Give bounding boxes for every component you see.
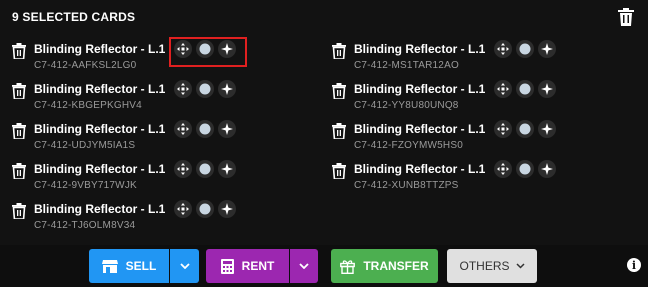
others-button[interactable]: OTHERS <box>447 249 537 283</box>
sell-dropdown-button[interactable] <box>170 249 199 283</box>
card-name: Blinding Reflector - L.1 <box>34 82 166 96</box>
circle-dot-icon <box>516 40 534 58</box>
card-stat-icons <box>494 40 556 58</box>
card-stat-icons <box>494 160 556 178</box>
trash-icon[interactable] <box>12 163 26 180</box>
card-stat-icons <box>174 40 236 58</box>
chevron-down-icon <box>299 263 309 269</box>
card-item[interactable]: Blinding Reflector - L.1 C7-412-XUNB8TTZP… <box>332 160 632 196</box>
diamond-sparkle-icon <box>218 120 236 138</box>
trash-icon[interactable] <box>332 43 346 60</box>
trash-icon[interactable] <box>12 123 26 140</box>
card-name: Blinding Reflector - L.1 <box>34 122 166 136</box>
move-arrows-icon <box>494 120 512 138</box>
trash-icon[interactable] <box>332 163 346 180</box>
card-code: C7-412-XUNB8TTZPS <box>354 180 459 191</box>
transfer-button[interactable]: TRANSFER <box>331 249 438 283</box>
trash-icon[interactable] <box>332 123 346 140</box>
card-code: C7-412-YY8U80UNQ8 <box>354 100 459 111</box>
circle-dot-icon <box>196 120 214 138</box>
trash-icon[interactable] <box>618 8 634 26</box>
card-code: C7-412-TJ6OLM8V34 <box>34 220 136 231</box>
move-arrows-icon <box>494 40 512 58</box>
diamond-sparkle-icon <box>218 200 236 218</box>
card-code: C7-412-UDJYM5IA1S <box>34 140 136 151</box>
card-code: C7-412-9VBY717WJK <box>34 180 137 191</box>
move-arrows-icon <box>174 80 192 98</box>
card-name: Blinding Reflector - L.1 <box>34 162 166 176</box>
circle-dot-icon <box>196 160 214 178</box>
card-item[interactable]: Blinding Reflector - L.1 C7-412-UDJYM5IA1… <box>12 120 312 156</box>
card-item[interactable]: Blinding Reflector - L.1 C7-412-MS1TAR12A… <box>332 40 632 76</box>
card-stat-icons <box>494 80 556 98</box>
card-stat-icons <box>174 160 236 178</box>
card-item[interactable]: Blinding Reflector - L.1 C7-412-FZOYMW5HS… <box>332 120 632 156</box>
diamond-sparkle-icon <box>218 160 236 178</box>
gift-icon <box>340 259 356 274</box>
store-icon <box>101 260 118 273</box>
action-toolbar: SELL RENT TRANSFER OTHERS <box>0 245 648 287</box>
card-name: Blinding Reflector - L.1 <box>354 42 486 56</box>
card-item[interactable]: Blinding Reflector - L.1 C7-412-TJ6OLM8V3… <box>12 200 312 236</box>
card-code: C7-412-MS1TAR12AO <box>354 60 459 71</box>
sell-label: SELL <box>125 259 157 273</box>
info-icon[interactable]: i <box>627 258 641 272</box>
card-stat-icons <box>174 80 236 98</box>
chevron-down-icon <box>515 263 525 269</box>
move-arrows-icon <box>494 160 512 178</box>
card-name: Blinding Reflector - L.1 <box>354 122 486 136</box>
card-item[interactable]: Blinding Reflector - L.1 C7-412-KBGEPKGHV… <box>12 80 312 116</box>
rent-label: RENT <box>241 259 275 273</box>
card-name: Blinding Reflector - L.1 <box>354 82 486 96</box>
card-code: C7-412-FZOYMW5HS0 <box>354 140 463 151</box>
card-name: Blinding Reflector - L.1 <box>34 42 166 56</box>
circle-dot-icon <box>196 40 214 58</box>
card-item[interactable]: Blinding Reflector - L.1 C7-412-YY8U80UNQ… <box>332 80 632 116</box>
chevron-down-icon <box>179 263 190 269</box>
move-arrows-icon <box>174 40 192 58</box>
diamond-sparkle-icon <box>538 120 556 138</box>
rent-button[interactable]: RENT <box>206 249 289 283</box>
card-item[interactable]: Blinding Reflector - L.1 C7-412-AAFKSL2LG… <box>12 37 312 76</box>
diamond-sparkle-icon <box>538 160 556 178</box>
circle-dot-icon <box>516 120 534 138</box>
diamond-sparkle-icon <box>218 40 236 58</box>
card-code: C7-412-AAFKSL2LG0 <box>34 60 137 71</box>
circle-dot-icon <box>196 80 214 98</box>
card-item[interactable]: Blinding Reflector - L.1 C7-412-9VBY717WJ… <box>12 160 312 196</box>
diamond-sparkle-icon <box>218 80 236 98</box>
selected-cards-panel: 9 SELECTED CARDS Blinding Reflector - L.… <box>0 0 648 287</box>
move-arrows-icon <box>174 120 192 138</box>
transfer-label: TRANSFER <box>363 259 429 273</box>
trash-icon[interactable] <box>12 83 26 100</box>
card-stat-icons <box>174 120 236 138</box>
move-arrows-icon <box>174 160 192 178</box>
panel-title: 9 SELECTED CARDS <box>12 10 136 24</box>
diamond-sparkle-icon <box>538 80 556 98</box>
card-code: C7-412-KBGEPKGHV4 <box>34 100 142 111</box>
circle-dot-icon <box>516 160 534 178</box>
circle-dot-icon <box>196 200 214 218</box>
card-stat-icons <box>174 200 236 218</box>
diamond-sparkle-icon <box>538 40 556 58</box>
trash-icon[interactable] <box>12 43 26 60</box>
card-stat-icons <box>494 120 556 138</box>
move-arrows-icon <box>494 80 512 98</box>
trash-icon[interactable] <box>332 83 346 100</box>
others-label: OTHERS <box>459 259 510 273</box>
sell-button[interactable]: SELL <box>89 249 169 283</box>
card-name: Blinding Reflector - L.1 <box>34 202 166 216</box>
trash-icon[interactable] <box>12 203 26 220</box>
card-name: Blinding Reflector - L.1 <box>354 162 486 176</box>
circle-dot-icon <box>516 80 534 98</box>
calculator-icon <box>220 258 234 274</box>
move-arrows-icon <box>174 200 192 218</box>
rent-dropdown-button[interactable] <box>290 249 318 283</box>
